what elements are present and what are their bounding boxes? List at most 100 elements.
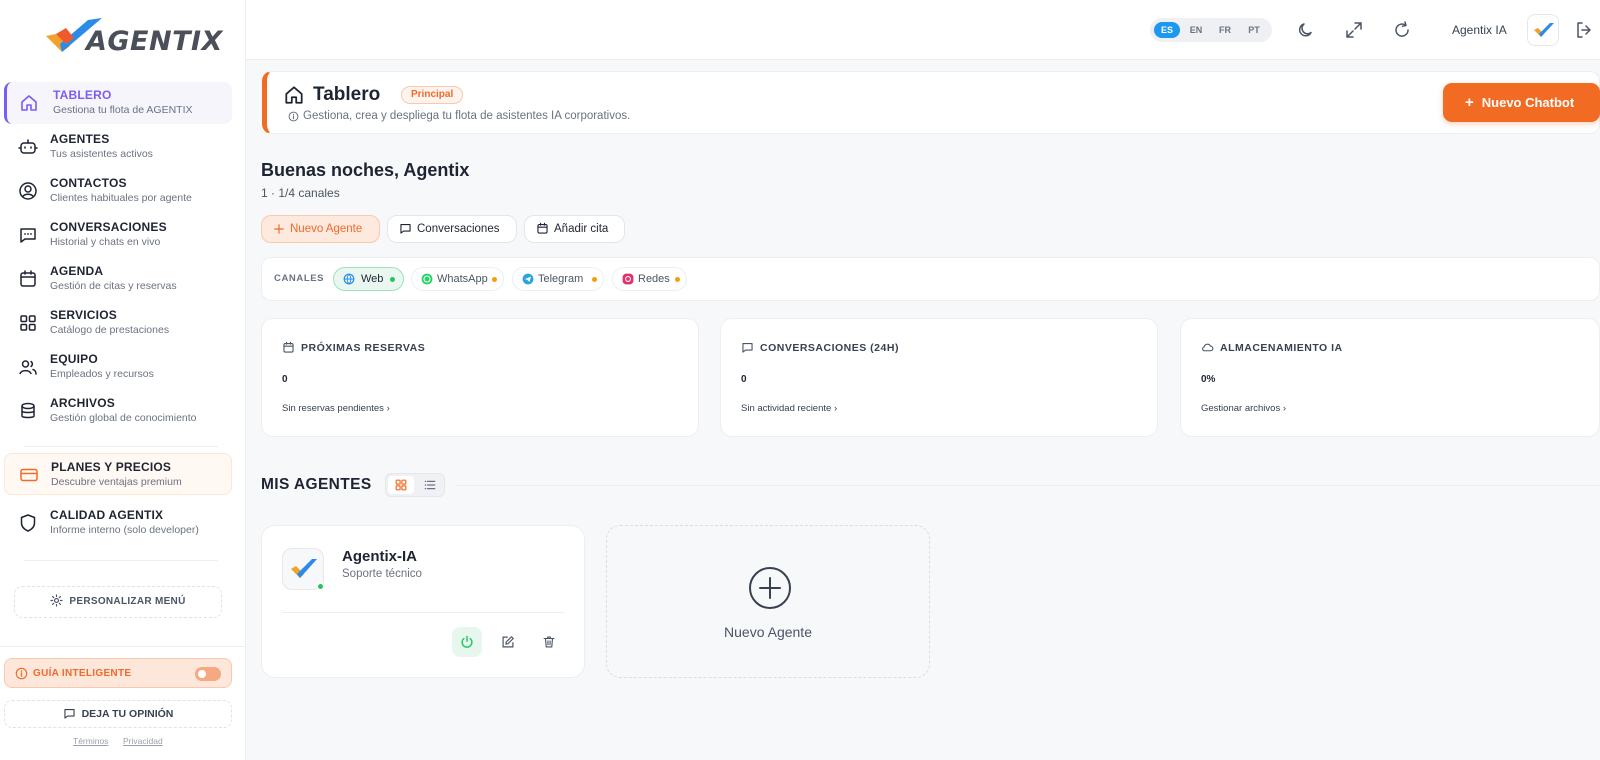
stat-title: ALMACENAMIENTO IA [1201, 341, 1343, 354]
smart-guide-toggle[interactable]: GUÍA INTELIGENTE [4, 658, 232, 688]
page-subtitle-text: Gestiona, crea y despliega tu flota de a… [303, 110, 631, 122]
stat-title: CONVERSACIONES (24H) [741, 341, 899, 354]
sidebar-item-subtitle: Gestión global de conocimiento [50, 412, 197, 424]
lang-pt[interactable]: PT [1241, 22, 1267, 38]
status-dot [390, 277, 395, 282]
new-chatbot-button[interactable]: + Nuevo Chatbot [1443, 83, 1600, 122]
stat-title-text: ALMACENAMIENTO IA [1220, 342, 1343, 354]
sidebar-item-title: AGENDA [50, 264, 104, 278]
terms-link[interactable]: Términos [73, 736, 108, 746]
channel-web[interactable]: Web [333, 267, 404, 291]
message-icon [742, 343, 753, 353]
chevron-right-icon: › [833, 403, 838, 414]
channel-redes[interactable]: Redes [612, 267, 687, 291]
sidebar-item-title: ARCHIVOS [50, 396, 115, 410]
toggle-agent-button[interactable] [452, 627, 482, 657]
sidebar-item-contactos[interactable]: CONTACTOS Clientes habituales por agente [4, 170, 232, 212]
sidebar-item-subtitle: Tus asistentes activos [50, 148, 153, 160]
sidebar-item-title: EQUIPO [50, 352, 98, 366]
message-dots-icon [20, 228, 36, 243]
info-icon [15, 667, 28, 680]
greeting-subtitle: 1 · 1/4 canales [261, 186, 340, 200]
user-name[interactable]: Agentix IA [1452, 23, 1507, 37]
sidebar-item-conversaciones[interactable]: CONVERSACIONES Historial y chats en vivo [4, 214, 232, 256]
refresh-icon[interactable] [1392, 20, 1412, 40]
sidebar-item-subtitle: Catálogo de prestaciones [50, 324, 170, 336]
brand-name: AGENTIX [86, 26, 223, 57]
message-icon [400, 224, 411, 234]
moon-icon[interactable] [1296, 20, 1316, 40]
feedback-button[interactable]: DEJA TU OPINIÓN [4, 700, 232, 728]
brand-logo[interactable]: AGENTIX [44, 16, 222, 60]
calendar-icon [537, 222, 548, 234]
add-appointment-button[interactable]: Añadir cita [524, 215, 625, 243]
sidebar-item-planes[interactable]: PLANES Y PRECIOS Descubre ventajas premi… [4, 453, 232, 495]
customize-menu-button[interactable]: PERSONALIZAR MENÚ [14, 586, 222, 618]
grid-view-button[interactable] [388, 476, 414, 494]
sidebar-item-tablero[interactable]: TABLERO Gestiona tu flota de AGENTIX [4, 82, 232, 124]
delete-agent-button[interactable] [534, 627, 564, 657]
privacy-link[interactable]: Privacidad [123, 736, 163, 746]
avatar[interactable] [1527, 14, 1559, 46]
feedback-label: DEJA TU OPINIÓN [81, 708, 174, 720]
stat-link[interactable]: Sin reservas pendientes › [282, 403, 390, 414]
edit-agent-button[interactable] [493, 627, 523, 657]
stat-link[interactable]: Gestionar archivos › [1201, 403, 1286, 414]
sidebar-item-subtitle: Gestión de citas y reservas [50, 280, 177, 292]
conversations-button[interactable]: Conversaciones [387, 215, 517, 243]
globe-icon [343, 273, 355, 285]
sidebar: AGENTIX TABLERO Gestiona tu flota de AGE… [0, 0, 246, 760]
sidebar-item-archivos[interactable]: ARCHIVOS Gestión global de conocimiento [4, 390, 232, 432]
stat-title: PRÓXIMAS RESERVAS [282, 341, 425, 354]
channel-telegram[interactable]: Telegram [512, 267, 604, 291]
new-agent-button[interactable]: Nuevo Agente [261, 215, 380, 243]
database-icon [21, 402, 35, 419]
sidebar-item-title: TABLERO [53, 88, 112, 102]
logout-icon[interactable] [1574, 20, 1594, 40]
stat-value: 0% [1201, 374, 1216, 385]
calendar-icon [20, 270, 36, 287]
edit-icon [502, 636, 514, 648]
sidebar-item-subtitle: Gestiona tu flota de AGENTIX [53, 104, 193, 116]
list-view-button[interactable] [417, 476, 443, 494]
grid-icon [20, 315, 36, 331]
sidebar-item-servicios[interactable]: SERVICIOS Catálogo de prestaciones [4, 302, 232, 344]
sidebar-item-equipo[interactable]: EQUIPO Empleados y recursos [4, 346, 232, 388]
shield-icon [20, 514, 36, 532]
new-agent-card[interactable]: Nuevo Agente [606, 525, 930, 678]
lang-es[interactable]: ES [1154, 22, 1180, 38]
grid-icon [395, 479, 407, 491]
sidebar-divider [24, 446, 218, 447]
sidebar-item-agentes[interactable]: AGENTES Tus asistentes activos [4, 126, 232, 168]
list-icon [424, 480, 436, 490]
channel-name: Redes [638, 273, 670, 285]
plus-icon: + [1465, 94, 1474, 111]
expand-icon[interactable] [1344, 20, 1364, 40]
sidebar-item-title: SERVICIOS [50, 308, 117, 322]
home-icon [21, 95, 37, 111]
sidebar-item-title: AGENTES [50, 132, 110, 146]
user-circle-icon [19, 182, 37, 200]
stat-link-text: Sin actividad reciente [741, 403, 832, 414]
section-divider [455, 485, 1600, 486]
agent-card[interactable]: Agentix-IA Soporte técnico [261, 525, 585, 678]
lang-fr[interactable]: FR [1212, 22, 1238, 38]
sidebar-item-calidad[interactable]: CALIDAD AGENTIX Informe interno (solo de… [4, 502, 232, 544]
smart-guide-switch[interactable] [195, 667, 221, 681]
sidebar-item-title: CONTACTOS [50, 176, 127, 190]
chevron-right-icon: › [386, 403, 390, 414]
trash-icon [543, 636, 555, 648]
stat-title-text: CONVERSACIONES (24H) [760, 342, 899, 354]
plus-icon [274, 224, 284, 234]
view-toggle [385, 473, 445, 497]
sidebar-item-agenda[interactable]: AGENDA Gestión de citas y reservas [4, 258, 232, 300]
stat-link[interactable]: Sin actividad reciente › [741, 403, 837, 414]
lang-en[interactable]: EN [1183, 22, 1209, 38]
chevron-right-icon: › [1282, 403, 1287, 414]
page-subtitle: Gestiona, crea y despliega tu flota de a… [288, 110, 631, 122]
credit-card-icon [20, 468, 38, 482]
sidebar-item-subtitle: Descubre ventajas premium [51, 476, 182, 488]
section-title: MIS AGENTES [261, 476, 372, 493]
channel-whatsapp[interactable]: WhatsApp [411, 267, 504, 291]
sidebar-item-subtitle: Historial y chats en vivo [50, 236, 161, 248]
